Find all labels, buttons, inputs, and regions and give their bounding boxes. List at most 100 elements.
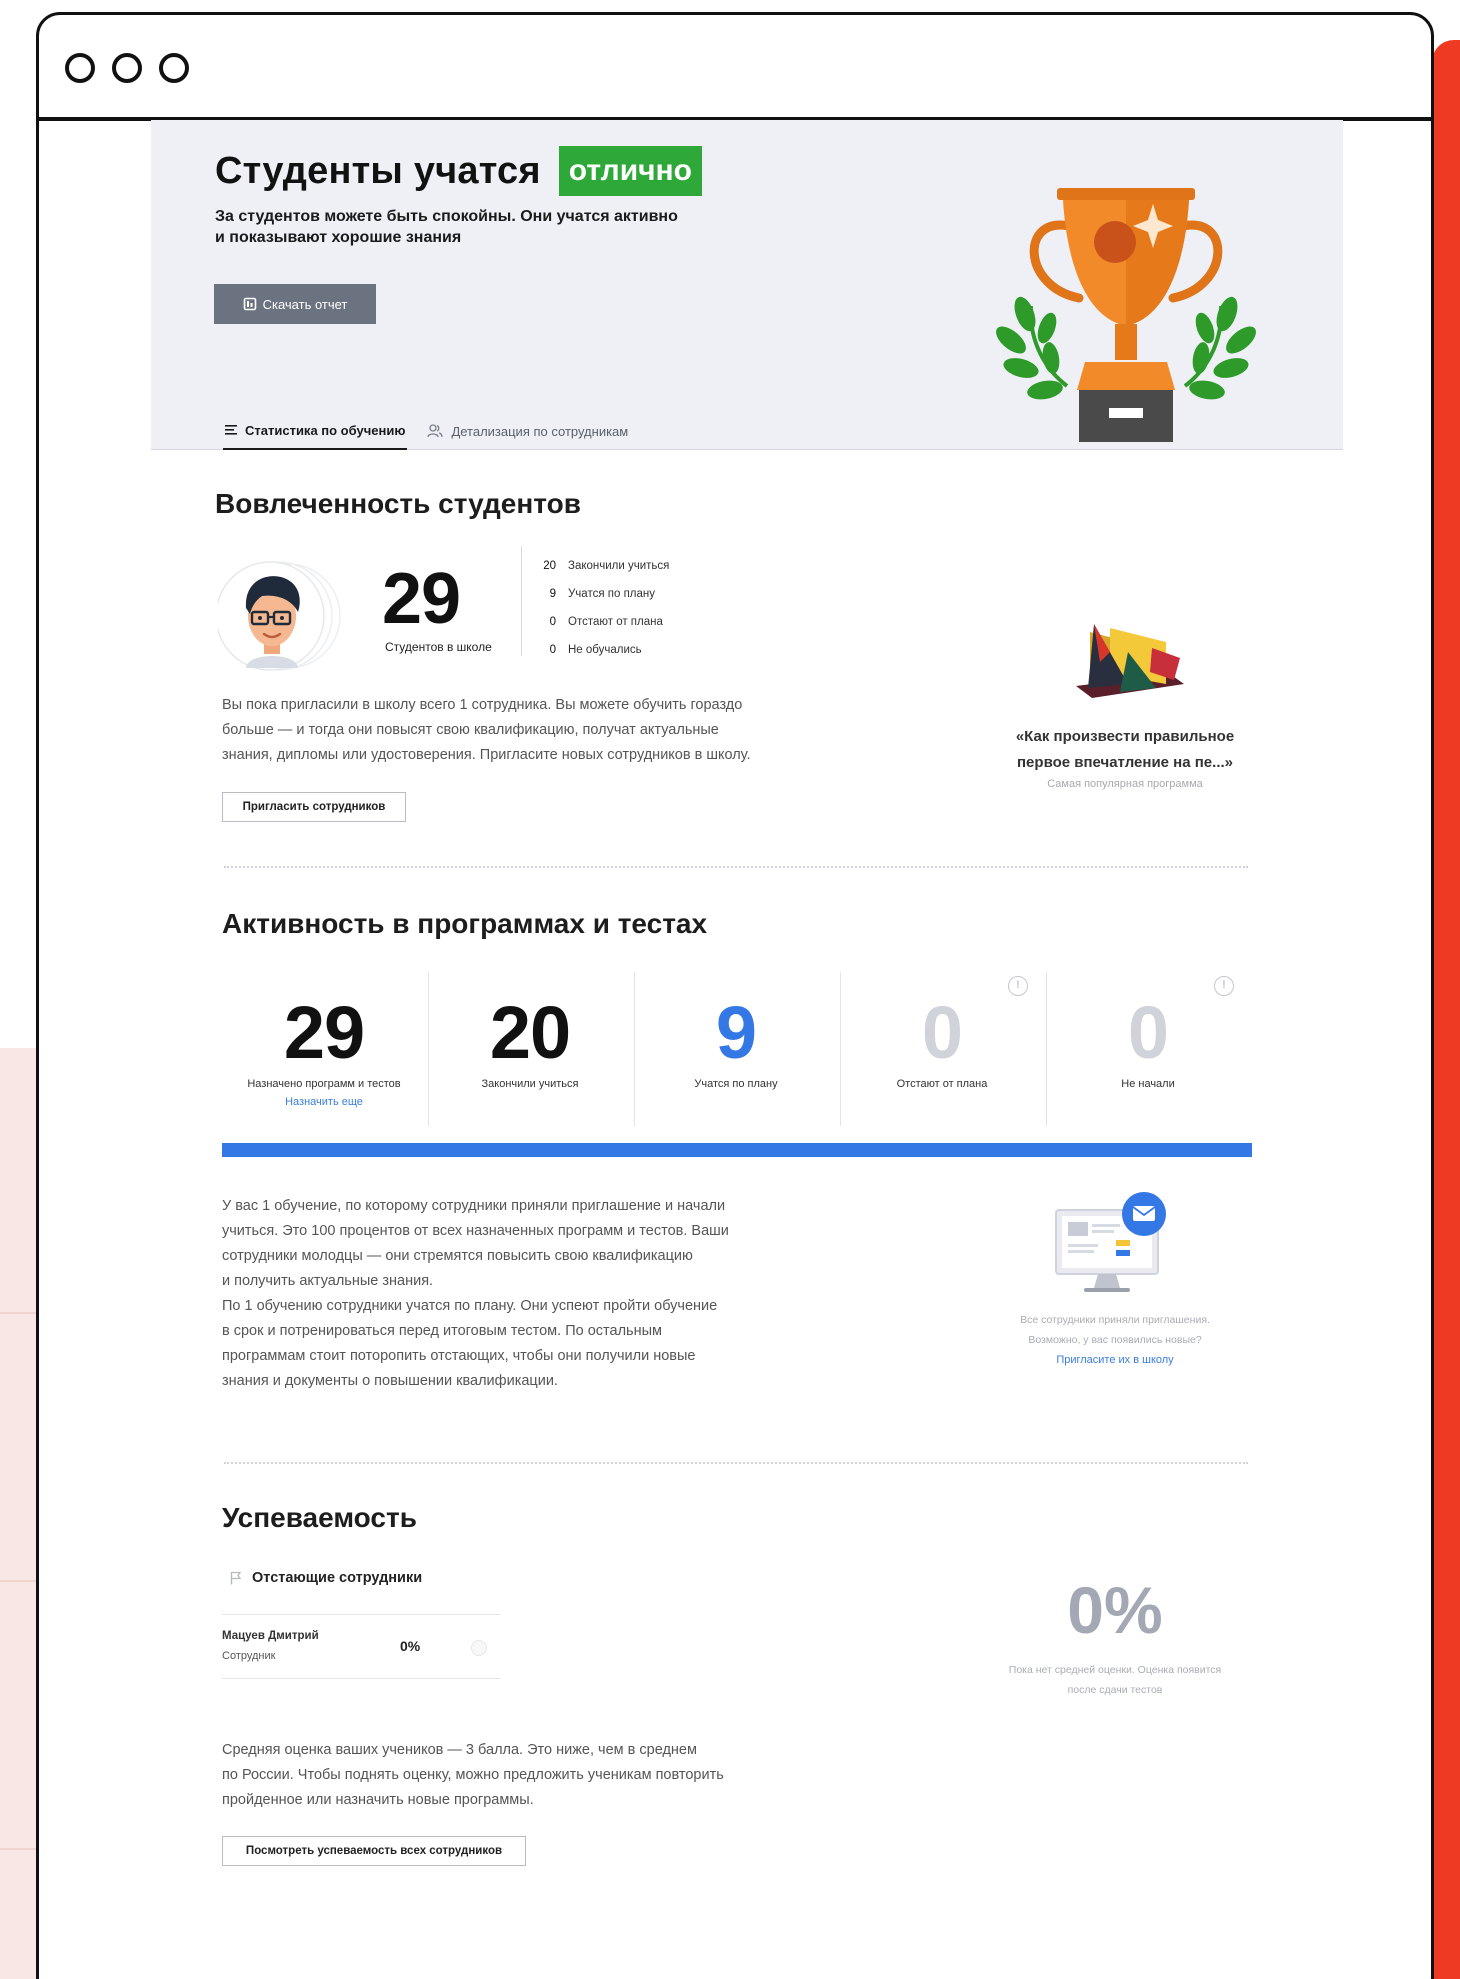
text-line: Вы пока пригласили в школу всего 1 сотру… bbox=[222, 697, 743, 713]
stat-label: Отстают от плана bbox=[568, 616, 663, 628]
flag-icon bbox=[230, 1571, 242, 1585]
note-line: Возможно, у вас появились новые? bbox=[1028, 1334, 1202, 1346]
hero-subtitle: За студентов можете быть спокойны. Они у… bbox=[215, 206, 735, 248]
employee-status-indicator bbox=[471, 1640, 487, 1656]
engagement-title: Вовлеченность студентов bbox=[215, 488, 581, 519]
employee-role: Сотрудник bbox=[222, 1650, 276, 1662]
list-icon bbox=[225, 425, 237, 435]
activity-text: У вас 1 обучение, по которому сотрудники… bbox=[222, 1194, 842, 1394]
lagging-label: Отстают от плана bbox=[896, 1078, 988, 1090]
invite-note: Все сотрудники приняли приглашения. Возм… bbox=[990, 1310, 1240, 1350]
text-line: в срок и потренироваться перед итоговым … bbox=[222, 1323, 662, 1339]
text-line: У вас 1 обучение, по которому сотрудники… bbox=[222, 1198, 726, 1214]
invite-to-school-link[interactable]: Пригласите их в школу bbox=[990, 1354, 1240, 1366]
notstarted-label: Не начали bbox=[1121, 1078, 1175, 1090]
text-line: сотрудники молодцы — они стремятся повыс… bbox=[222, 1248, 693, 1264]
text-line: знания, дипломы или удостоверения. Пригл… bbox=[222, 747, 751, 763]
note-line: Все сотрудники приняли приглашения. bbox=[1020, 1314, 1210, 1326]
engagement-stat-row: 9 Учатся по плану bbox=[524, 588, 655, 600]
invite-employees-button[interactable]: Пригласить сотрудников bbox=[222, 792, 406, 822]
note-line: после сдачи тестов bbox=[1067, 1684, 1163, 1696]
stat-value: 20 bbox=[543, 560, 556, 572]
notstarted-count: 0 bbox=[1127, 991, 1169, 1074]
monitor-invite-icon bbox=[1055, 1192, 1166, 1292]
text-line: и получить актуальные знания. bbox=[222, 1273, 434, 1289]
download-report-label: Скачать отчет bbox=[262, 296, 348, 312]
stat-value: 0 bbox=[549, 616, 556, 628]
page-title: Студенты учатся bbox=[215, 149, 541, 192]
tab-label: Статистика по обучению bbox=[245, 422, 406, 438]
section-divider bbox=[224, 1462, 1248, 1464]
view-performance-button[interactable]: Посмотреть успеваемость всех сотрудников bbox=[222, 1836, 526, 1866]
window-close-dot[interactable] bbox=[65, 53, 95, 83]
popular-program-caption: Самая популярная программа bbox=[1047, 778, 1203, 790]
hero-title-row: Студенты учатся отлично bbox=[215, 146, 703, 196]
decorative-red-panel bbox=[1432, 40, 1460, 1979]
text-line: больше — и тогда они повысят свою квалиф… bbox=[222, 722, 719, 738]
hero-subtitle-line: и показывают хорошие знания bbox=[215, 229, 462, 246]
onplan-label: Учатся по плану bbox=[694, 1078, 778, 1090]
promo-title-line: «Как произвести правильное bbox=[1015, 728, 1235, 745]
text-line: По 1 обучению сотрудники учатся по плану… bbox=[222, 1298, 718, 1314]
tab-label: Детализация по сотрудникам bbox=[451, 423, 629, 439]
info-icon[interactable]: ! bbox=[1008, 976, 1028, 996]
text-line: Средняя оценка ваших учеников — 3 балла.… bbox=[222, 1742, 697, 1758]
activity-finished-column: 20 Закончили учиться bbox=[428, 970, 632, 1130]
employee-percent: 0% bbox=[400, 1638, 421, 1654]
text-line: пройденное или назначить новые программы… bbox=[222, 1792, 534, 1808]
engagement-text: Вы пока пригласили в школу всего 1 сотру… bbox=[222, 693, 842, 768]
assigned-label: Назначено программ и тестов bbox=[247, 1078, 401, 1090]
activity-assigned-column: 29 Назначено программ и тестов Назначить… bbox=[222, 970, 426, 1130]
stat-value: 9 bbox=[549, 588, 556, 600]
average-score-note: Пока нет средней оценки. Оценка появится… bbox=[990, 1660, 1240, 1700]
tab-employee-details[interactable]: Детализация по сотрудникам bbox=[425, 412, 630, 450]
assigned-count: 29 bbox=[283, 991, 365, 1074]
student-avatar bbox=[218, 561, 341, 671]
text-line: по России. Чтобы поднять оценку, можно п… bbox=[222, 1767, 724, 1783]
students-total: 29 bbox=[382, 559, 461, 639]
row-divider bbox=[222, 1678, 500, 1679]
performance-title: Успеваемость bbox=[222, 1502, 417, 1533]
lagging-count: 0 bbox=[921, 991, 963, 1074]
report-icon bbox=[243, 297, 256, 311]
note-line: Пока нет средней оценки. Оценка появится bbox=[1008, 1664, 1222, 1676]
engagement-stat-row: 20 Закончили учиться bbox=[524, 560, 669, 572]
hero-banner: Студенты учатся отлично За студентов мож… bbox=[151, 120, 1343, 450]
popular-program-title[interactable]: «Как произвести правильное первое впечат… bbox=[980, 724, 1270, 776]
trophy-illustration bbox=[996, 188, 1256, 442]
program-book-icon bbox=[1076, 624, 1184, 698]
promo-title-line: первое впечатление на пе...» bbox=[1017, 754, 1233, 771]
employee-name[interactable]: Мацуев Дмитрий bbox=[222, 1630, 319, 1642]
download-report-button[interactable]: Скачать отчет bbox=[214, 284, 376, 324]
row-divider bbox=[222, 1614, 500, 1615]
finished-label: Закончили учиться bbox=[481, 1078, 579, 1090]
stat-label: Не обучались bbox=[568, 644, 642, 656]
window-minimize-dot[interactable] bbox=[112, 53, 142, 83]
stat-label: Закончили учиться bbox=[568, 560, 670, 572]
finished-count: 20 bbox=[489, 991, 571, 1074]
tab-bar: Статистика по обучению Детализация по со… bbox=[223, 412, 648, 450]
status-badge: отлично bbox=[558, 146, 703, 196]
lagging-header-label: Отстающие сотрудники bbox=[252, 1570, 423, 1586]
lagging-employees-header: Отстающие сотрудники bbox=[230, 1570, 422, 1586]
hero-subtitle-line: За студентов можете быть спокойны. Они у… bbox=[215, 208, 678, 225]
text-line: учиться. Это 100 процентов от всех назна… bbox=[222, 1223, 729, 1239]
divider bbox=[521, 546, 522, 656]
assign-more-link[interactable]: Назначить еще bbox=[222, 1096, 426, 1108]
students-total-label: Студентов в школе bbox=[385, 640, 492, 654]
activity-title: Активность в программах и тестах bbox=[222, 908, 708, 939]
engagement-stat-row: 0 Отстают от плана bbox=[524, 616, 663, 628]
info-icon[interactable]: ! bbox=[1214, 976, 1234, 996]
stat-label: Учатся по плану bbox=[568, 588, 656, 600]
section-divider bbox=[224, 866, 1248, 868]
tab-learning-stats[interactable]: Статистика по обучению bbox=[223, 412, 408, 450]
window-maximize-dot[interactable] bbox=[159, 53, 189, 83]
text-line: знания и документы о повышении квалифика… bbox=[222, 1373, 558, 1389]
stat-value: 0 bbox=[549, 644, 556, 656]
performance-text: Средняя оценка ваших учеников — 3 балла.… bbox=[222, 1738, 842, 1813]
engagement-stat-row: 0 Не обучались bbox=[524, 644, 642, 656]
average-score-percent: 0% bbox=[1067, 1573, 1163, 1647]
text-line: программам стоит поторопить отстающих, ч… bbox=[222, 1348, 696, 1364]
users-icon bbox=[427, 424, 444, 438]
activity-onplan-column: 9 Учатся по плану bbox=[634, 970, 838, 1130]
